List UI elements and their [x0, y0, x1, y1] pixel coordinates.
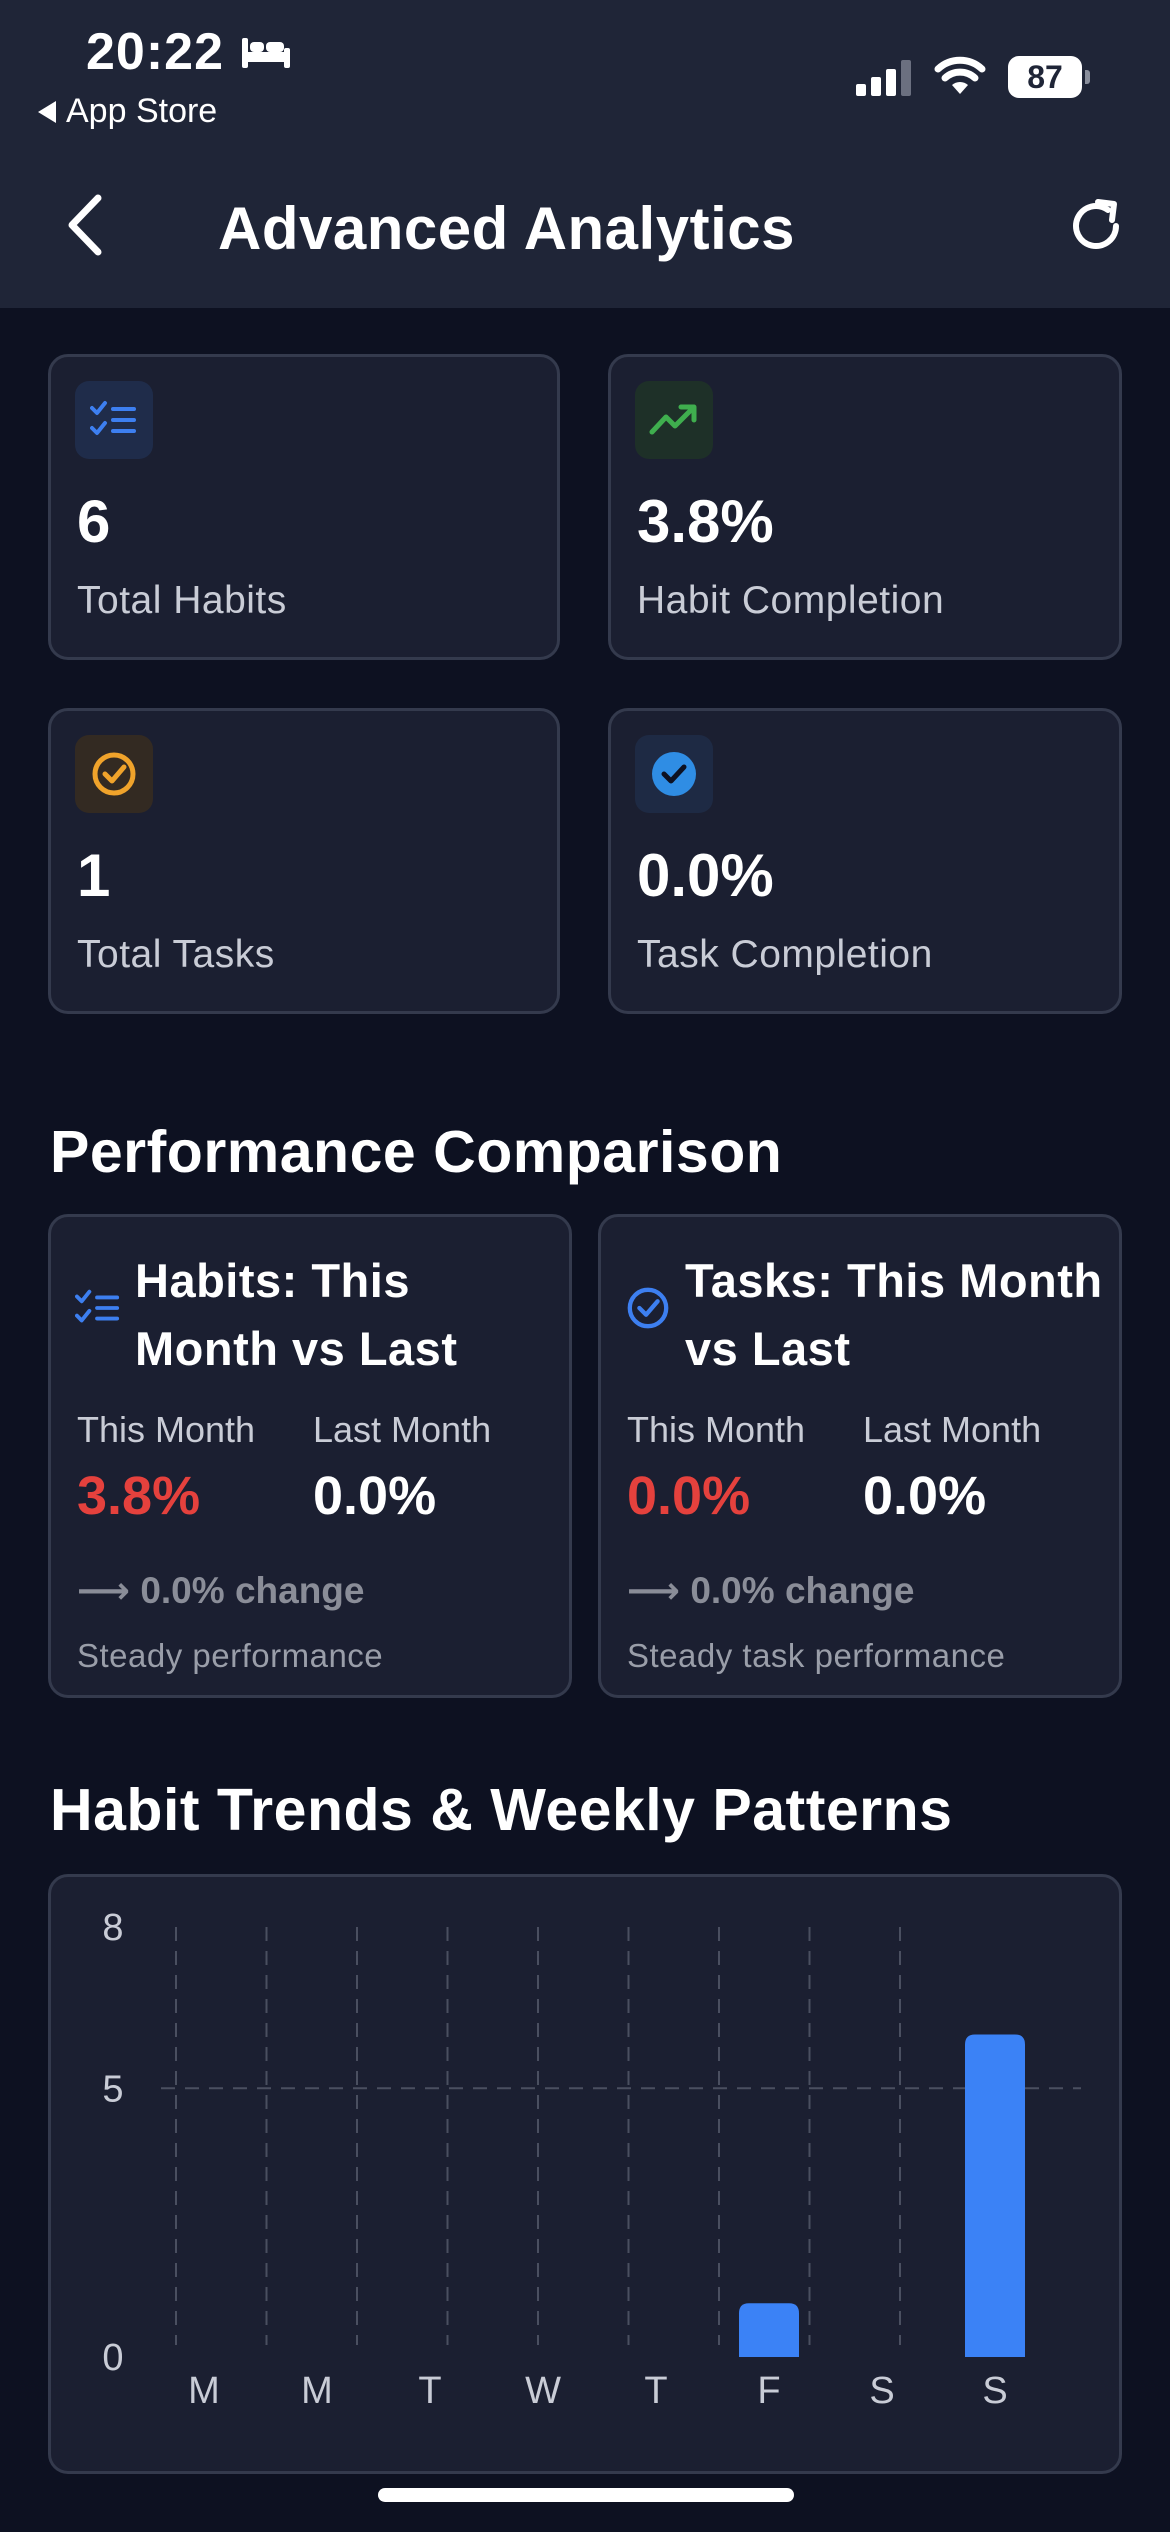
back-chevron-icon[interactable] — [62, 192, 106, 258]
this-month-value: 3.8% — [77, 1466, 201, 1526]
stat-label: Habit Completion — [637, 579, 945, 622]
home-indicator — [378, 2488, 794, 2502]
check-circle-outline-icon — [627, 1287, 669, 1329]
x-tick-label: S — [869, 2370, 894, 2412]
battery-indicator: 87 — [1008, 56, 1090, 98]
back-app-label: App Store — [66, 92, 218, 130]
check-circle-outline-icon — [75, 735, 153, 813]
stat-value: 1 — [77, 842, 111, 909]
stat-label: Task Completion — [637, 933, 933, 976]
x-tick-label: T — [418, 2370, 441, 2412]
comparison-title: Habits: This Month vs Last — [135, 1254, 458, 1375]
y-tick-label: 0 — [102, 2337, 123, 2379]
y-tick-label: 5 — [102, 2068, 123, 2110]
last-month-value: 0.0% — [313, 1466, 437, 1526]
performance-note: Steady performance — [77, 1637, 384, 1674]
stat-value: 6 — [77, 488, 111, 555]
x-tick-label: W — [525, 2370, 561, 2412]
battery-level: 87 — [1008, 56, 1082, 98]
page-title: Advanced Analytics — [218, 195, 795, 262]
last-month-label: Last Month — [863, 1409, 1042, 1450]
change-text: 0.0% change — [690, 1570, 915, 1611]
checklist-icon — [75, 381, 153, 459]
this-month-label: This Month — [627, 1409, 806, 1450]
stat-card-habit-completion: 3.8% Habit Completion — [608, 354, 1122, 660]
y-tick-label: 8 — [102, 1907, 123, 1949]
x-tick-label: M — [188, 2370, 220, 2412]
this-month-label: This Month — [77, 1409, 256, 1450]
x-tick-label: F — [757, 2370, 780, 2412]
sleep-focus-icon — [242, 38, 290, 68]
change-indicator: ⟶ 0.0% change — [627, 1569, 914, 1612]
this-month-value: 0.0% — [627, 1466, 751, 1526]
stat-card-total-tasks: 1 Total Tasks — [48, 708, 560, 1014]
arrow-right-icon: ⟶ — [627, 1570, 681, 1611]
tasks-comparison-card: Tasks: This Month vs Last This Month Las… — [598, 1214, 1122, 1698]
habits-comparison-card: Habits: This Month vs Last This Month La… — [48, 1214, 572, 1698]
refresh-icon[interactable] — [1068, 196, 1128, 256]
wifi-icon — [934, 56, 986, 94]
status-time: 20:22 — [86, 23, 224, 81]
weekly-bar-chart: 0 5 8 M M T W T F S S — [102, 1907, 1081, 2412]
battery-nub — [1085, 70, 1090, 84]
x-tick-label: S — [982, 2370, 1007, 2412]
x-tick-label: M — [301, 2370, 333, 2412]
stat-label: Total Habits — [77, 579, 287, 622]
top-bar: 20:22 App Store 87 Advanced Analytics — [0, 0, 1170, 308]
comparison-title: Tasks: This Month vs Last — [685, 1254, 1103, 1375]
performance-note: Steady task performance — [627, 1637, 1006, 1674]
back-to-app-store[interactable]: App Store — [38, 92, 217, 131]
back-triangle-icon — [38, 100, 56, 123]
arrow-right-icon: ⟶ — [77, 1570, 131, 1611]
cellular-signal-icon — [856, 60, 911, 96]
performance-section-title: Performance Comparison — [50, 1119, 783, 1185]
chart-bar — [739, 2303, 799, 2357]
trending-up-icon — [635, 381, 713, 459]
stat-value: 3.8% — [637, 488, 774, 555]
weekly-chart-card: 0 5 8 M M T W T F S S — [48, 1874, 1122, 2474]
last-month-value: 0.0% — [863, 1466, 987, 1526]
stat-card-total-habits: 6 Total Habits — [48, 354, 560, 660]
check-circle-filled-icon — [635, 735, 713, 813]
stat-card-task-completion: 0.0% Task Completion — [608, 708, 1122, 1014]
chart-bar — [965, 2034, 1025, 2357]
change-text: 0.0% change — [140, 1570, 365, 1611]
checklist-icon — [75, 1289, 120, 1323]
x-tick-label: T — [644, 2370, 667, 2412]
stat-label: Total Tasks — [77, 933, 275, 976]
stat-value: 0.0% — [637, 842, 774, 909]
last-month-label: Last Month — [313, 1409, 492, 1450]
trends-section-title: Habit Trends & Weekly Patterns — [50, 1777, 953, 1843]
change-indicator: ⟶ 0.0% change — [77, 1569, 364, 1612]
